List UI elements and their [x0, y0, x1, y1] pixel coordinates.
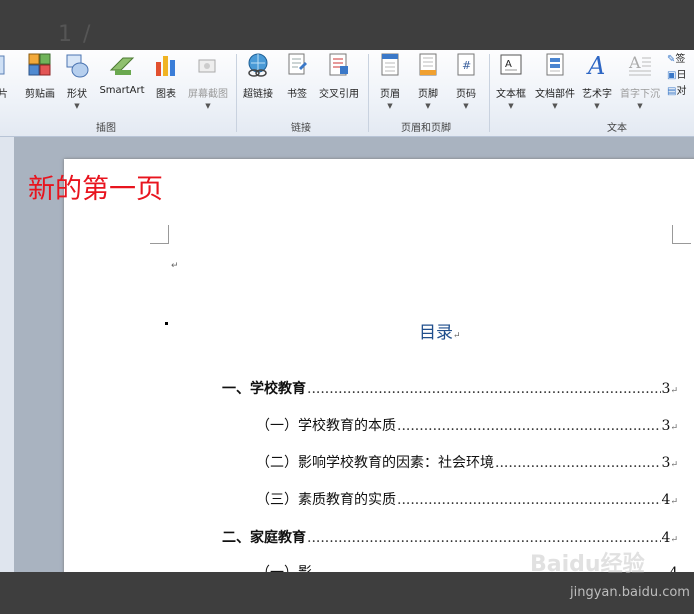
- group-separator: [368, 54, 369, 132]
- cross-reference-button[interactable]: 交叉引用: [316, 50, 362, 120]
- hyperlink-icon: [245, 52, 271, 78]
- text-box-button[interactable]: A 文本框 ▼: [494, 50, 528, 120]
- toc-entry[interactable]: （三）素质教育的实质4↵: [256, 489, 678, 509]
- clip-art-icon: [27, 52, 53, 78]
- header-icon: [377, 52, 403, 78]
- paragraph-mark: ↵: [670, 460, 678, 470]
- wordart-icon: A: [584, 52, 610, 80]
- paragraph-mark: ↵: [670, 535, 678, 545]
- wordart-dropdown-arrow: ▼: [594, 102, 600, 110]
- toc-entry[interactable]: （二）影响学校教育的因素：社会环境3↵: [256, 452, 678, 472]
- picture-button[interactable]: 片: [0, 50, 14, 120]
- bookmark-icon: [284, 52, 310, 78]
- header-dropdown-arrow: ▼: [387, 102, 393, 110]
- watermark-brand: Baidu经验: [530, 552, 645, 577]
- document-page[interactable]: [64, 159, 694, 572]
- svg-text:A: A: [628, 53, 641, 72]
- shapes-dropdown-arrow: ▼: [74, 102, 80, 110]
- top-dark-bar: [0, 0, 694, 50]
- smartart-icon: [109, 52, 135, 78]
- page-number-dropdown-arrow: ▼: [463, 102, 469, 110]
- toc-entry[interactable]: 一、学校教育3↵: [222, 378, 678, 398]
- paragraph-mark: ↵: [171, 261, 179, 271]
- wordart-button[interactable]: A 艺术字 ▼: [580, 50, 614, 120]
- toc-title: 目录↵: [419, 323, 461, 343]
- paragraph-mark: ↵: [670, 497, 678, 507]
- toc-leader: [307, 381, 661, 397]
- signature-line-button[interactable]: ✎签: [667, 52, 686, 68]
- quick-parts-icon: [542, 52, 568, 78]
- drop-cap-icon: A: [627, 52, 653, 78]
- picture-icon: [0, 52, 16, 78]
- group-label-illustrations: 插图: [96, 123, 116, 134]
- toc-leader: [495, 455, 661, 471]
- group-separator: [236, 54, 237, 132]
- date-time-button[interactable]: ▣日: [667, 68, 686, 84]
- group-label-text: 文本: [607, 123, 627, 134]
- quick-parts-button[interactable]: 文档部件 ▼: [532, 50, 578, 120]
- header-button[interactable]: 页眉 ▼: [375, 50, 405, 120]
- page-number-icon: #: [453, 52, 479, 78]
- screenshot-dropdown-arrow: ▼: [205, 102, 211, 110]
- smartart-button[interactable]: SmartArt: [97, 50, 147, 120]
- toc-leader: [397, 492, 661, 508]
- footer-dropdown-arrow: ▼: [425, 102, 431, 110]
- ribbon-insert-tab: 片 剪贴画 形状 ▼ SmartArt 图表 屏幕截图 ▼ 插图 超链接 书签 …: [0, 50, 694, 137]
- text-box-icon: A: [498, 52, 524, 78]
- screenshot-button[interactable]: 屏幕截图 ▼: [185, 50, 231, 120]
- clip-art-button[interactable]: 剪贴画: [24, 50, 56, 120]
- screenshot-icon: [195, 52, 221, 78]
- svg-text:#: #: [462, 59, 471, 72]
- hyperlink-button[interactable]: 超链接: [241, 50, 275, 120]
- object-button[interactable]: ▤对: [667, 84, 686, 100]
- page-number-button[interactable]: # 页码 ▼: [451, 50, 481, 120]
- margin-corner-mark: [150, 225, 169, 244]
- margin-corner-mark: [672, 225, 691, 244]
- drop-cap-button[interactable]: A 首字下沉 ▼: [617, 50, 663, 120]
- anchor-dot: [165, 322, 168, 325]
- group-separator: [489, 54, 490, 132]
- group-label-header-footer: 页眉和页脚: [401, 123, 451, 134]
- shapes-icon: [64, 52, 90, 78]
- text-box-dropdown-arrow: ▼: [508, 102, 514, 110]
- chart-icon: [153, 52, 179, 78]
- footer-button[interactable]: 页脚 ▼: [413, 50, 443, 120]
- cross-reference-icon: [326, 52, 352, 78]
- svg-text:A: A: [505, 59, 512, 70]
- svg-text:A: A: [586, 52, 605, 78]
- toc-leader: [307, 530, 661, 546]
- vertical-ruler: [0, 137, 14, 572]
- toc-entry[interactable]: 二、家庭教育4↵: [222, 527, 678, 547]
- shapes-button[interactable]: 形状 ▼: [62, 50, 92, 120]
- toc-entry[interactable]: （一）学校教育的本质3↵: [256, 415, 678, 435]
- paragraph-mark: ↵: [453, 331, 461, 341]
- faint-title-mark: 1 /: [58, 22, 93, 47]
- watermark-url: jingyan.baidu.com: [570, 585, 690, 600]
- new-first-page-label: 新的第一页: [28, 174, 163, 205]
- quick-parts-dropdown-arrow: ▼: [552, 102, 558, 110]
- paragraph-mark: ↵: [670, 386, 678, 396]
- paragraph-mark: ↵: [670, 423, 678, 433]
- toc-leader: [397, 418, 661, 434]
- chart-button[interactable]: 图表: [151, 50, 181, 120]
- bookmark-button[interactable]: 书签: [283, 50, 311, 120]
- small-buttons-stack: ✎签 ▣日 ▤对: [667, 52, 686, 100]
- drop-cap-dropdown-arrow: ▼: [637, 102, 643, 110]
- footer-icon: [415, 52, 441, 78]
- group-label-links: 链接: [291, 123, 311, 134]
